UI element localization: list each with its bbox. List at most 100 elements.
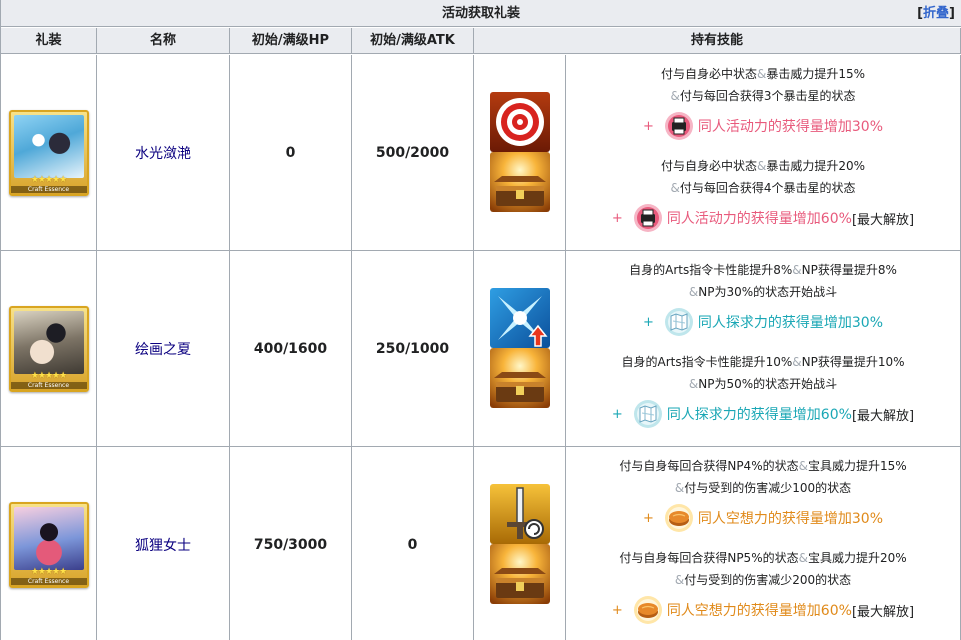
max-limit-break-tag: [最大解放] bbox=[851, 212, 915, 228]
max-limit-break-tag: [最大解放] bbox=[851, 604, 915, 620]
header-name: 名称 bbox=[97, 28, 230, 54]
ampersand: & bbox=[792, 355, 802, 369]
ce-image-cell: ★★★★★ Craft Essence bbox=[1, 251, 97, 447]
hp-value: 0 bbox=[285, 144, 296, 161]
map-icon[interactable] bbox=[633, 399, 663, 429]
ce-card-image[interactable]: ★★★★★ Craft Essence bbox=[8, 109, 89, 196]
event-bonus-line: + 同人活动力的获得量增加60% [最大解放] bbox=[566, 202, 960, 234]
max-limit-break-tag: [最大解放] bbox=[851, 408, 915, 424]
bonus-text: 同人活动力的获得量增加30% bbox=[697, 119, 884, 135]
plus-sign: + bbox=[642, 314, 654, 330]
table-caption: 活动获取礼装 [折叠] bbox=[1, 0, 961, 27]
ce-name-link[interactable]: 水光潋滟 bbox=[135, 143, 191, 163]
sword-np-icon[interactable] bbox=[490, 484, 550, 544]
plus-sign: + bbox=[611, 602, 623, 618]
skill-text-cell: 付与自身必中状态&暴击威力提升15% &付与每回合获得3个暴击星的状态 + 同人活动力… bbox=[566, 55, 961, 251]
effect-text: 付与自身每回合获得NP5%的状态 bbox=[619, 551, 799, 565]
arts-up-icon[interactable] bbox=[490, 288, 550, 348]
skill-effect-line: 付与自身每回合获得NP4%的状态&宝具威力提升15% bbox=[566, 458, 960, 474]
effect-text: 宝具威力提升20% bbox=[807, 551, 907, 565]
effect-text: 付与受到的伤害减少200的状态 bbox=[684, 573, 852, 587]
ce-name-cell: 狐狸女士 bbox=[97, 447, 230, 640]
plus-sign: + bbox=[642, 118, 654, 134]
skill-effect-line: &NP为50%的状态开始战斗 bbox=[566, 376, 960, 392]
critical-target-icon[interactable] bbox=[490, 92, 550, 152]
skill-text-cell: 自身的Arts指令卡性能提升8%&NP获得量提升8% &NP为30%的状态开始战斗… bbox=[566, 251, 961, 447]
bonus-text: 同人探求力的获得量增加60% bbox=[666, 407, 852, 423]
treasure-chest-icon[interactable] bbox=[490, 348, 550, 408]
effect-text: 付与自身必中状态 bbox=[660, 159, 757, 173]
effect-text: 付与自身每回合获得NP4%的状态 bbox=[619, 459, 799, 473]
skill-effect-line: 自身的Arts指令卡性能提升8%&NP获得量提升8% bbox=[566, 262, 960, 278]
skill-text-cell: 付与自身每回合获得NP4%的状态&宝具威力提升15% &付与受到的伤害减少100的… bbox=[566, 447, 961, 640]
hp-value: 400/1600 bbox=[253, 340, 328, 357]
hp-value: 750/3000 bbox=[253, 536, 328, 553]
ce-artwork bbox=[13, 114, 84, 178]
printer-icon[interactable] bbox=[633, 203, 663, 233]
ce-card-label: Craft Essence bbox=[10, 185, 87, 193]
effect-text: NP为30%的状态开始战斗 bbox=[698, 285, 838, 299]
hp-cell: 400/1600 bbox=[230, 251, 352, 447]
effect-text: 自身的Arts指令卡性能提升10% bbox=[621, 355, 793, 369]
bonus-text: 同人空想力的获得量增加30% bbox=[697, 511, 884, 527]
ce-image-cell: ★★★★★ Craft Essence bbox=[1, 55, 97, 251]
ampersand: & bbox=[792, 263, 802, 277]
rarity-stars: ★★★★★ bbox=[30, 174, 67, 185]
effect-text: 付与每回合获得4个暴击星的状态 bbox=[679, 181, 856, 195]
skill-effect-line: &付与受到的伤害减少200的状态 bbox=[566, 572, 960, 588]
ce-card-image[interactable]: ★★★★★ Craft Essence bbox=[8, 305, 89, 392]
skill-icon-cell bbox=[474, 447, 566, 640]
effect-text: 付与受到的伤害减少100的状态 bbox=[684, 481, 852, 495]
ce-card-label: Craft Essence bbox=[10, 577, 87, 585]
collapse-toggle[interactable]: [折叠] bbox=[917, 0, 955, 27]
ampersand: & bbox=[756, 159, 767, 173]
skill-effect-line: 付与自身每回合获得NP5%的状态&宝具威力提升20% bbox=[566, 550, 960, 566]
ce-card-image[interactable]: ★★★★★ Craft Essence bbox=[8, 501, 89, 588]
ampersand: & bbox=[670, 181, 680, 195]
hp-cell: 750/3000 bbox=[230, 447, 352, 640]
effect-text: NP为50%的状态开始战斗 bbox=[698, 377, 838, 391]
ce-image-cell: ★★★★★ Craft Essence bbox=[1, 447, 97, 640]
ce-name-cell: 绘画之夏 bbox=[97, 251, 230, 447]
bonus-text: 同人探求力的获得量增加30% bbox=[697, 315, 884, 331]
plus-sign: + bbox=[642, 510, 654, 526]
collapse-link[interactable]: 折叠 bbox=[923, 6, 949, 21]
header-hp: 初始/满级HP bbox=[230, 28, 352, 54]
caption-title: 活动获取礼装 bbox=[441, 6, 520, 21]
skill-effect-line: &NP为30%的状态开始战斗 bbox=[566, 284, 960, 300]
treasure-chest-icon[interactable] bbox=[490, 544, 550, 604]
pie-icon[interactable] bbox=[633, 595, 663, 625]
ce-name-link[interactable]: 绘画之夏 bbox=[135, 339, 191, 359]
skill-effect-line: &付与每回合获得3个暴击星的状态 bbox=[566, 88, 960, 104]
ampersand: & bbox=[798, 551, 808, 565]
treasure-chest-icon[interactable] bbox=[490, 152, 550, 212]
rarity-stars: ★★★★★ bbox=[30, 566, 67, 577]
ce-name-link[interactable]: 狐狸女士 bbox=[135, 535, 191, 555]
bonus-text: 同人活动力的获得量增加60% bbox=[666, 211, 852, 227]
ampersand: & bbox=[756, 67, 767, 81]
skill-effect-line: 付与自身必中状态&暴击威力提升20% bbox=[566, 158, 960, 174]
pie-icon[interactable] bbox=[664, 503, 694, 533]
rarity-stars: ★★★★★ bbox=[30, 370, 67, 381]
event-bonus-line: + 同人探求力的获得量增加30% bbox=[566, 306, 960, 338]
ampersand: & bbox=[674, 481, 685, 495]
effect-text: NP获得量提升10% bbox=[801, 355, 905, 369]
atk-value: 250/1000 bbox=[375, 340, 450, 357]
ampersand: & bbox=[688, 285, 699, 299]
effect-text: 暴击威力提升20% bbox=[766, 159, 866, 173]
bonus-text: 同人空想力的获得量增加60% bbox=[666, 603, 852, 619]
ampersand: & bbox=[688, 377, 699, 391]
event-bonus-line: + 同人空想力的获得量增加60% [最大解放] bbox=[566, 594, 960, 626]
skill-effect-line: 付与自身必中状态&暴击威力提升15% bbox=[566, 66, 960, 82]
map-icon[interactable] bbox=[664, 307, 694, 337]
hp-cell: 0 bbox=[230, 55, 352, 251]
plus-sign: + bbox=[611, 210, 623, 226]
atk-value: 0 bbox=[407, 536, 418, 553]
skill-icon-cell bbox=[474, 55, 566, 251]
printer-icon[interactable] bbox=[664, 111, 694, 141]
effect-text: 付与自身必中状态 bbox=[660, 67, 757, 81]
skill-effect-line: 自身的Arts指令卡性能提升10%&NP获得量提升10% bbox=[566, 354, 960, 370]
ampersand: & bbox=[674, 573, 685, 587]
ampersand: & bbox=[798, 459, 808, 473]
skill-icon-cell bbox=[474, 251, 566, 447]
